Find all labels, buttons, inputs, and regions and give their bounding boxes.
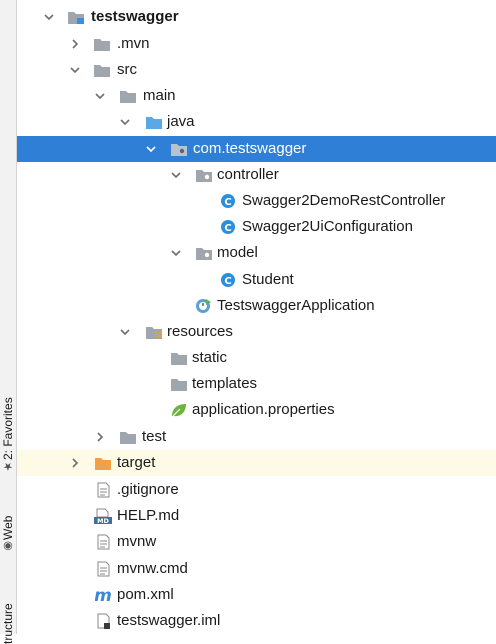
text-file-icon [95, 482, 113, 498]
collapse-icon[interactable] [118, 325, 132, 339]
svg-text:m: m [95, 587, 112, 603]
package-icon [170, 141, 188, 157]
tree-node-model[interactable]: model [17, 240, 496, 266]
tree-node-java[interactable]: java [17, 109, 496, 135]
collapse-icon[interactable] [42, 10, 56, 24]
expand-icon[interactable] [68, 456, 82, 470]
structure-tab-label: tructure [1, 603, 15, 644]
tree-node-gitignore[interactable]: .gitignore [17, 477, 496, 503]
tree-node-label: testswagger.iml [117, 612, 221, 629]
tree-node-static[interactable]: static [17, 345, 496, 371]
tree-node-resources[interactable]: resources [17, 319, 496, 345]
source-folder-icon [145, 114, 163, 130]
tree-node-label: resources [167, 323, 233, 340]
project-tree: testswagger .mvn src main java com.tests… [17, 0, 496, 634]
tree-node-label: test [142, 428, 167, 445]
excluded-folder-icon [94, 455, 112, 471]
tree-node-ui-configuration[interactable]: C Swagger2UiConfiguration [17, 214, 496, 240]
tree-node-test[interactable]: test [17, 424, 496, 450]
tree-node-mvnw[interactable]: mvnw [17, 529, 496, 555]
tree-node-controller[interactable]: controller [17, 162, 496, 188]
package-icon [195, 167, 213, 183]
tree-node-label: templates [192, 375, 258, 392]
spring-leaf-icon [170, 402, 188, 418]
module-file-icon [95, 613, 113, 629]
tree-node-mvn[interactable]: .mvn [17, 31, 496, 57]
tree-node-label: pom.xml [117, 586, 174, 603]
expand-icon[interactable] [93, 430, 107, 444]
tree-node-label: target [117, 454, 156, 471]
folder-icon [93, 36, 111, 52]
tree-node-label: controller [217, 166, 279, 183]
tree-node-target[interactable]: target [17, 450, 496, 476]
tree-node-label: model [217, 244, 258, 261]
folder-icon [119, 429, 137, 445]
tree-node-mvnw-cmd[interactable]: mvnw.cmd [17, 556, 496, 582]
tree-node-label: main [143, 87, 176, 104]
tree-node-label: mvnw [117, 533, 157, 550]
tree-node-properties[interactable]: application.properties [17, 397, 496, 423]
collapse-icon[interactable] [93, 89, 107, 103]
tree-node-pom[interactable]: m pom.xml [17, 582, 496, 608]
tree-node-iml[interactable]: testswagger.iml [17, 608, 496, 634]
folder-icon [93, 62, 111, 78]
text-file-icon [95, 534, 113, 550]
tree-node-label: HELP.md [117, 507, 180, 524]
tree-node-label: java [167, 113, 195, 130]
web-tab-label: Web [1, 515, 15, 540]
svg-text:C: C [224, 197, 231, 208]
java-class-icon: C [220, 219, 238, 235]
tree-node-label: mvnw.cmd [117, 560, 188, 577]
text-file-icon [95, 561, 113, 577]
collapse-icon[interactable] [144, 142, 158, 156]
globe-icon: ◉ [2, 540, 15, 553]
tree-node-label: testswagger [91, 8, 179, 25]
structure-tab[interactable]: tructure [0, 584, 16, 644]
tree-node-package[interactable]: com.testswagger [17, 136, 496, 162]
tree-node-label: Swagger2UiConfiguration [242, 218, 413, 235]
tree-node-help[interactable]: MD HELP.md [17, 503, 496, 529]
tree-node-main[interactable]: main [17, 83, 496, 109]
folder-icon [170, 350, 188, 366]
tree-node-label: src [117, 61, 137, 78]
tree-node-label: application.properties [192, 401, 335, 418]
java-class-icon: C [220, 272, 238, 288]
star-icon: ★ [2, 460, 15, 473]
tree-node-label: static [192, 349, 228, 366]
markdown-file-icon: MD [94, 508, 112, 524]
svg-text:C: C [224, 276, 231, 287]
tree-node-label: Student [242, 271, 294, 288]
collapse-icon[interactable] [169, 168, 183, 182]
tool-window-strip: ★ 2: Favorites ◉ Web tructure [0, 0, 17, 644]
tree-node-application[interactable]: TestswaggerApplication [17, 293, 496, 319]
tree-node-label: Swagger2DemoRestController [242, 192, 446, 209]
collapse-icon[interactable] [169, 246, 183, 260]
java-class-icon: C [220, 193, 238, 209]
tree-node-src[interactable]: src [17, 57, 496, 83]
package-icon [195, 245, 213, 261]
expand-icon[interactable] [68, 37, 82, 51]
tree-node-templates[interactable]: templates [17, 371, 496, 397]
resources-folder-icon [145, 324, 163, 340]
favorites-tab[interactable]: ★ 2: Favorites [0, 384, 16, 476]
favorites-tab-label: 2: Favorites [1, 397, 15, 460]
folder-icon [170, 376, 188, 392]
tree-node-label: .gitignore [117, 481, 179, 498]
folder-icon [119, 88, 137, 104]
svg-text:C: C [224, 223, 231, 234]
spring-boot-class-icon [195, 298, 213, 314]
tree-node-label: TestswaggerApplication [217, 297, 375, 314]
svg-text:MD: MD [97, 517, 109, 524]
tree-node-root[interactable]: testswagger [17, 4, 496, 30]
web-tab[interactable]: ◉ Web [0, 504, 16, 556]
maven-icon: m [95, 587, 113, 603]
tree-node-label: com.testswagger [193, 140, 307, 157]
tree-node-label: .mvn [117, 35, 150, 52]
collapse-icon[interactable] [68, 63, 82, 77]
module-folder-icon [67, 9, 85, 25]
tree-node-rest-controller[interactable]: C Swagger2DemoRestController [17, 188, 496, 214]
tree-node-student[interactable]: C Student [17, 267, 496, 293]
collapse-icon[interactable] [118, 115, 132, 129]
